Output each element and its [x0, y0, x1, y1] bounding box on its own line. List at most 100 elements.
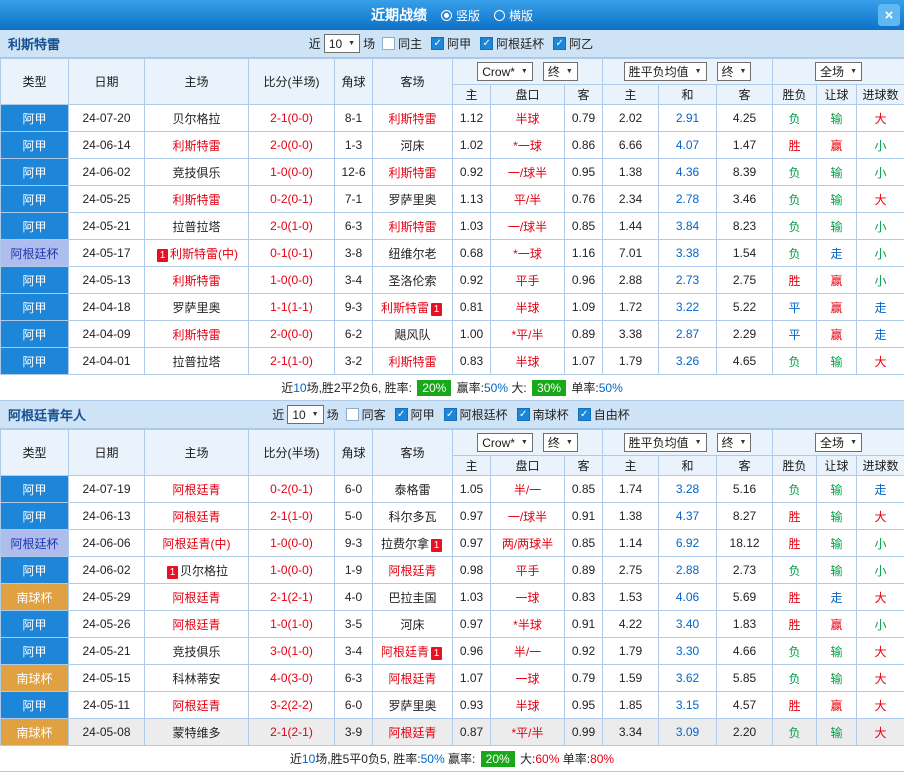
asian-home-odds: 0.92 [452, 266, 491, 294]
avg-time-select[interactable]: 终 ▼ [716, 62, 752, 81]
asian-odds-group-header: Crow* ▼ 终 ▼ [451, 429, 604, 456]
league-cell: 阿根廷杯 [0, 529, 69, 557]
checkbox-icon [382, 37, 396, 50]
filter-checkbox-南球杯[interactable]: ✓ 南球杯 [516, 406, 569, 423]
matches-table: 类型 日期 主场 比分(半场) 角球 客场 Crow* ▼ 终 ▼ 胜平负均值 ▼ 终… [0, 429, 904, 746]
radio-vertical[interactable]: 竖版 [440, 7, 480, 24]
header-corner: 角球 [334, 429, 373, 476]
date-cell: 24-05-17 [68, 239, 145, 267]
home-team-cell: 科林蒂安 [144, 664, 249, 692]
away-team-name: 拉费尔拿 [380, 536, 429, 551]
scope-select[interactable]: 全场 ▼ [815, 62, 862, 81]
filter-checkbox-阿根廷杯[interactable]: ✓ 阿根廷杯 [480, 35, 544, 52]
away-team-name: 河床 [400, 617, 425, 632]
asian-away-odds: 0.85 [563, 529, 604, 557]
home-team-name: 利斯特雷 [172, 327, 221, 342]
summary-segment: 60% [535, 751, 560, 766]
asian-away-odds: 0.96 [563, 266, 604, 294]
filter-checkbox-同客[interactable]: 同客 [345, 406, 386, 423]
match-row: 阿甲 24-04-01 拉普拉塔 2-1(1-0) 3-2 利斯特雷 0.83 半球 1.07 1… [0, 347, 904, 375]
euro-away-odds: 5.22 [716, 293, 774, 321]
chevron-down-icon: ▼ [520, 68, 528, 75]
home-team-cell: 利斯特雷 [144, 185, 249, 213]
subheader-euro-home: 主 [602, 84, 660, 105]
score-cell: 1-0(0-0) [248, 266, 335, 294]
asian-home-odds: 1.03 [452, 583, 491, 611]
score-cell: 2-1(2-1) [248, 583, 335, 611]
subheader-goals: 进球数 [856, 84, 904, 105]
header-date: 日期 [68, 58, 145, 105]
avg-time-select[interactable]: 终 ▼ [716, 433, 752, 452]
close-icon[interactable]: × [878, 4, 900, 26]
filter-checkbox-阿根廷杯[interactable]: ✓ 阿根廷杯 [443, 406, 508, 423]
home-team-name: 罗萨里奥 [172, 300, 221, 315]
away-team-cell: 飓风队 [372, 320, 453, 348]
corner-cell: 3-4 [334, 637, 373, 665]
scope-select[interactable]: 全场 ▼ [815, 433, 862, 452]
home-team-name: 竞技俱乐 [172, 644, 221, 659]
handicap-cell: 半球 [490, 691, 565, 719]
header-away: 客场 [372, 429, 453, 476]
match-count-select[interactable]: 10 ▼ [287, 405, 324, 424]
avg-type-value: 胜平负均值 [628, 65, 689, 79]
avg-type-select[interactable]: 胜平负均值 ▼ [623, 433, 707, 452]
home-team-cell: 蒙特维多 [144, 718, 249, 746]
goals-result-cell: 小 [856, 212, 904, 240]
away-team-name: 泰格雷 [394, 482, 431, 497]
league-cell: 阿甲 [0, 212, 69, 240]
euro-draw-odds: 4.37 [658, 502, 718, 530]
away-team-cell: 圣洛伦索 [372, 266, 453, 294]
odds-time-select[interactable]: 终 ▼ [542, 62, 578, 81]
match-row: 阿甲 24-05-25 利斯特雷 0-2(0-1) 7-1 罗萨里奥 1.13 平/半 0.76… [0, 185, 904, 213]
match-row: 阿甲 24-06-02 1 贝尔格拉 1-0(0-0) 1-9 阿根廷青 0.98 平手 0.89… [0, 556, 904, 584]
filter-checkbox-阿乙[interactable]: ✓ 阿乙 [553, 35, 593, 52]
red-card-badge: 1 [157, 248, 168, 262]
score-cell: 0-1(0-1) [248, 239, 335, 267]
summary-segment: 10 [301, 751, 316, 766]
subheader-euro-away: 客 [716, 84, 774, 105]
avg-type-value: 胜平负均值 [628, 436, 689, 450]
summary-segment: 20% [417, 379, 452, 396]
away-team-name: 利斯特雷 [388, 219, 437, 234]
result-cell: 胜 [772, 266, 818, 294]
titlebar: 近期战绩 竖版 横版 × [0, 0, 904, 30]
radio-horizontal[interactable]: 横版 [494, 7, 533, 24]
league-cell: 阿甲 [0, 610, 69, 638]
handicap-result-cell: 赢 [816, 293, 858, 321]
date-cell: 24-05-21 [68, 637, 145, 665]
away-team-cell: 利斯特雷 [372, 347, 453, 375]
league-cell: 阿甲 [0, 691, 69, 719]
date-cell: 24-05-11 [68, 691, 145, 719]
date-cell: 24-05-29 [68, 583, 145, 611]
filter-checkbox-自由杯[interactable]: ✓ 自由杯 [577, 406, 630, 423]
odds-source-select[interactable]: Crow* ▼ [477, 62, 533, 81]
odds-time-select[interactable]: 终 ▼ [542, 433, 578, 452]
home-team-name: 贝尔格拉 [172, 111, 221, 126]
match-row: 阿根廷杯 24-06-06 阿根廷青(中) 1-0(0-0) 9-3 拉费尔拿 1 0.97 两… [0, 529, 904, 557]
euro-away-odds: 5.85 [716, 664, 774, 692]
asian-home-odds: 0.93 [452, 691, 491, 719]
corner-cell: 3-5 [334, 610, 373, 638]
away-team-name: 纽维尔老 [388, 246, 437, 261]
match-count-select[interactable]: 10 ▼ [323, 34, 361, 53]
league-cell: 阿甲 [0, 556, 69, 584]
avg-type-select[interactable]: 胜平负均值 ▼ [623, 62, 707, 81]
odds-source-select[interactable]: Crow* ▼ [477, 433, 533, 452]
chevron-down-icon: ▼ [565, 68, 573, 75]
euro-away-odds: 2.75 [716, 266, 774, 294]
odds-time-value: 终 [547, 65, 560, 79]
euro-draw-odds: 2.78 [658, 185, 718, 213]
filter-checkbox-阿甲[interactable]: ✓ 阿甲 [431, 35, 471, 52]
goals-result-cell: 小 [856, 266, 904, 294]
away-team-cell: 阿根廷青 [372, 718, 453, 746]
euro-home-odds: 2.75 [602, 556, 660, 584]
filter-checkbox-同主[interactable]: 同主 [382, 35, 422, 52]
home-team-cell: 利斯特雷 [144, 131, 249, 159]
filter-checkbox-阿甲[interactable]: ✓ 阿甲 [394, 406, 435, 423]
subheader-result: 胜负 [772, 84, 818, 105]
date-cell: 24-05-25 [68, 185, 145, 213]
away-team-cell: 阿根廷青 [372, 664, 453, 692]
avg-time-value: 终 [721, 436, 734, 450]
filter-near-label: 近 [308, 37, 321, 51]
goals-result-cell: 大 [856, 502, 904, 530]
